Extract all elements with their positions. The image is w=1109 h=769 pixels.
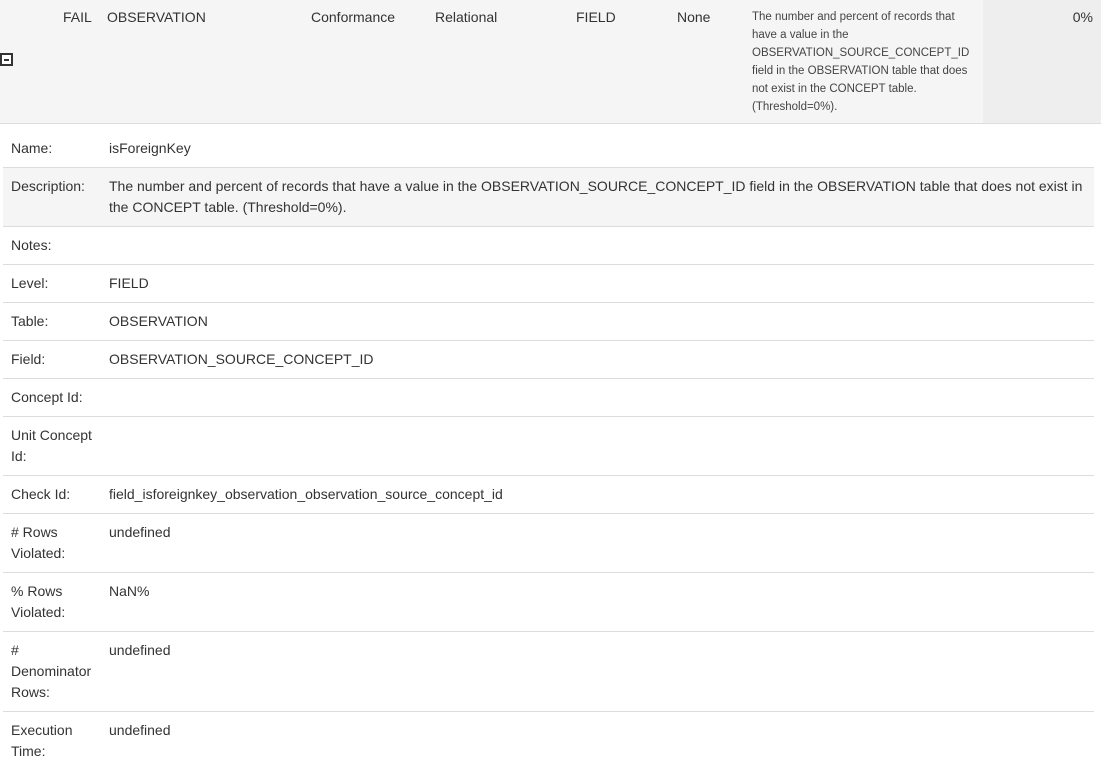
result-summary-row[interactable]: FAIL OBSERVATION Conformance Relational … xyxy=(0,0,1101,124)
detail-label: Level: xyxy=(11,275,49,291)
detail-row-name: Name: isForeignKey xyxy=(3,130,1094,167)
detail-value: field_isforeignkey_observation_observati… xyxy=(109,486,503,502)
detail-label: Execution Time: xyxy=(11,722,73,759)
detail-row-pct-rows-violated: % Rows Violated: NaN% xyxy=(3,572,1094,631)
context-cell: None xyxy=(677,9,711,25)
category-cell: Conformance xyxy=(311,9,396,25)
detail-label: Description: xyxy=(11,178,85,194)
detail-value: OBSERVATION_SOURCE_CONCEPT_ID xyxy=(109,351,374,367)
table-cell: OBSERVATION xyxy=(107,9,206,25)
detail-row-notes: Notes: xyxy=(3,226,1094,264)
detail-row-denominator-rows: # Denominator Rows: undefined xyxy=(3,631,1094,711)
detail-label: Table: xyxy=(11,313,49,329)
detail-row-table: Table: OBSERVATION xyxy=(3,302,1094,340)
collapse-icon[interactable] xyxy=(0,53,13,66)
description-cell: The number and percent of records that h… xyxy=(752,11,970,113)
details-table: Name: isForeignKey Description: The numb… xyxy=(3,130,1094,769)
detail-row-rows-violated: # Rows Violated: undefined xyxy=(3,513,1094,572)
detail-value xyxy=(101,379,1094,416)
detail-value: undefined xyxy=(109,524,171,540)
detail-label: % Rows Violated: xyxy=(11,583,66,620)
page: FAIL OBSERVATION Conformance Relational … xyxy=(0,0,1109,769)
detail-value: undefined xyxy=(109,722,171,738)
detail-label: Concept Id: xyxy=(11,389,83,405)
detail-row-description: Description: The number and percent of r… xyxy=(3,167,1094,226)
detail-row-concept-id: Concept Id: xyxy=(3,378,1094,416)
detail-label: Check Id: xyxy=(11,486,71,502)
detail-row-unit-concept-id: Unit Concept Id: xyxy=(3,416,1094,475)
detail-value: FIELD xyxy=(109,275,149,291)
level-cell: FIELD xyxy=(576,9,616,25)
detail-label: Unit Concept Id: xyxy=(11,427,92,464)
detail-value: The number and percent of records that h… xyxy=(109,178,1083,215)
detail-row-field: Field: OBSERVATION_SOURCE_CONCEPT_ID xyxy=(3,340,1094,378)
detail-value: OBSERVATION xyxy=(109,313,208,329)
detail-value: undefined xyxy=(109,642,171,658)
detail-row-check-id: Check Id: field_isforeignkey_observation… xyxy=(3,475,1094,513)
detail-value xyxy=(101,227,1094,264)
status-cell: FAIL xyxy=(63,9,92,25)
detail-label: # Rows Violated: xyxy=(11,524,66,561)
detail-value xyxy=(101,417,1094,475)
detail-label: Field: xyxy=(11,351,46,367)
detail-label: # Denominator Rows: xyxy=(11,642,92,700)
detail-label: Notes: xyxy=(11,237,52,253)
percent-panel: 0% xyxy=(983,0,1101,123)
subcategory-cell: Relational xyxy=(435,9,498,25)
detail-row-execution-time: Execution Time: undefined xyxy=(3,711,1094,769)
detail-label: Name: xyxy=(11,140,53,156)
detail-row-level: Level: FIELD xyxy=(3,264,1094,302)
percent-cell: 0% xyxy=(1072,9,1093,25)
detail-value: isForeignKey xyxy=(109,140,191,156)
detail-value: NaN% xyxy=(109,583,150,599)
